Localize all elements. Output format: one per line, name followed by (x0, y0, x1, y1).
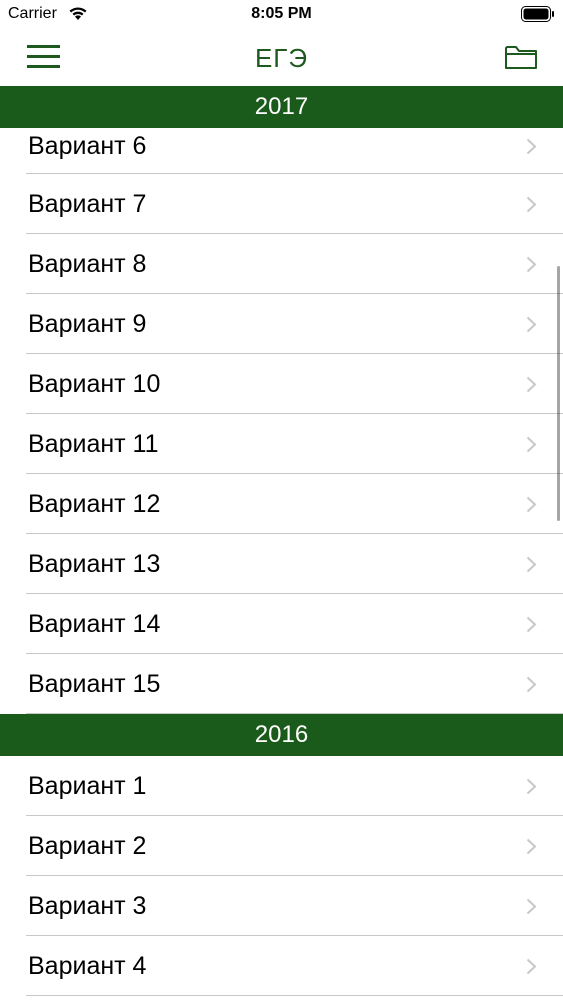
list-item-label: Вариант 7 (28, 190, 147, 218)
status-bar: Carrier 8:05 PM (0, 0, 563, 30)
list-item[interactable]: Вариант 1 (0, 756, 563, 816)
battery-icon (521, 6, 554, 22)
chevron-right-icon (526, 838, 537, 855)
scroll-indicator[interactable] (557, 266, 560, 521)
chevron-right-icon (526, 676, 537, 693)
chevron-right-icon (526, 256, 537, 273)
chevron-right-icon (526, 616, 537, 633)
status-time: 8:05 PM (251, 5, 312, 22)
list-item-label: Вариант 12 (28, 490, 161, 518)
list-item-label: Вариант 3 (28, 892, 147, 920)
chevron-right-icon (526, 898, 537, 915)
list-item[interactable]: Вариант 13 (0, 534, 563, 594)
list-item-label: Вариант 10 (28, 370, 161, 398)
variant-list[interactable]: 2017 Вариант 6 Вариант 7 Вариант 8 Вариа… (0, 86, 563, 1000)
list-item[interactable]: Вариант 3 (0, 876, 563, 936)
list-item-label: Вариант 15 (28, 670, 161, 698)
chevron-right-icon (526, 436, 537, 453)
list-item-label: Вариант 11 (28, 430, 159, 458)
section-header-2016: 2016 (0, 714, 563, 756)
list-item[interactable]: Вариант 8 (0, 234, 563, 294)
list-item[interactable]: Вариант 10 (0, 354, 563, 414)
list-item[interactable]: Вариант 6 (0, 128, 563, 174)
list-item[interactable]: Вариант 7 (0, 174, 563, 234)
chevron-right-icon (526, 196, 537, 213)
list-item-label: Вариант 4 (28, 952, 147, 980)
section-header-2017: 2017 (0, 86, 563, 128)
chevron-right-icon (526, 376, 537, 393)
list-item-label: Вариант 9 (28, 310, 147, 338)
list-item[interactable]: Вариант 14 (0, 594, 563, 654)
list-item-label: Вариант 1 (28, 772, 147, 800)
list-item[interactable]: Вариант 2 (0, 816, 563, 876)
list-item[interactable]: Вариант 11 (0, 414, 563, 474)
folder-icon[interactable] (504, 42, 538, 72)
list-item-label: Вариант 8 (28, 250, 147, 278)
list-item[interactable]: Вариант 9 (0, 294, 563, 354)
list-item[interactable]: Вариант 12 (0, 474, 563, 534)
chevron-right-icon (526, 138, 537, 155)
list-item-label: Вариант 6 (28, 132, 147, 160)
chevron-right-icon (526, 316, 537, 333)
list-item[interactable]: Вариант 4 (0, 936, 563, 996)
chevron-right-icon (526, 556, 537, 573)
list-item[interactable]: Вариант 15 (0, 654, 563, 714)
chevron-right-icon (526, 958, 537, 975)
page-title: ЕГЭ (254, 43, 309, 73)
chevron-right-icon (526, 778, 537, 795)
list-item-label: Вариант 14 (28, 610, 161, 638)
chevron-right-icon (526, 496, 537, 513)
navigation-bar: ЕГЭ (0, 30, 563, 86)
list-item-label: Вариант 13 (28, 550, 161, 578)
list-item-label: Вариант 2 (28, 832, 147, 860)
